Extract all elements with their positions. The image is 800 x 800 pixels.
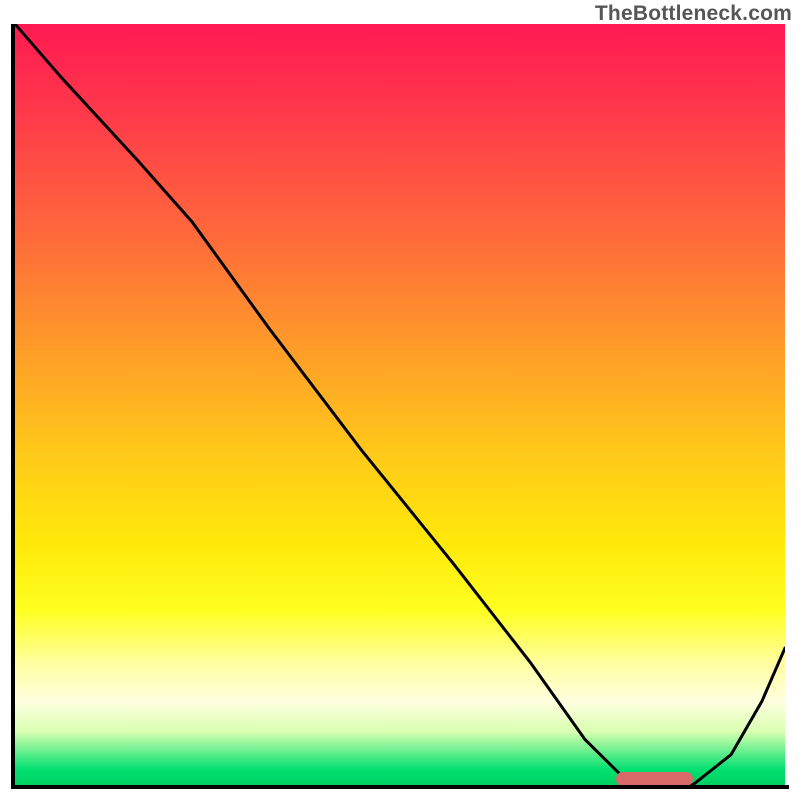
plot-gradient-background xyxy=(15,24,785,785)
watermark-text: TheBottleneck.com xyxy=(595,2,792,26)
optimal-marker xyxy=(616,772,693,786)
y-axis xyxy=(11,24,15,789)
bottleneck-chart: TheBottleneck.com xyxy=(0,0,800,800)
x-axis xyxy=(11,785,789,789)
